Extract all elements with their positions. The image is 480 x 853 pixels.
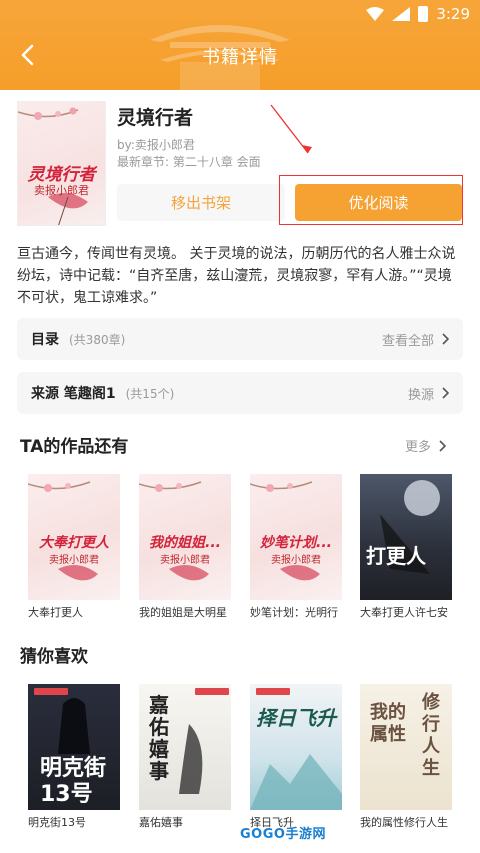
cover-title: 择日飞升 bbox=[256, 706, 336, 730]
book-name: 我的属性修行人生 bbox=[360, 816, 448, 829]
catalog-label: 目录 bbox=[31, 332, 59, 348]
latest-chapter[interactable]: 最新章节: 第二十八章 会面 bbox=[117, 153, 261, 170]
cover-title-2: 修行人生 bbox=[422, 692, 440, 779]
book-cover: 妙笔计划... 卖报小郎君 bbox=[250, 474, 342, 600]
more-button[interactable]: 更多 bbox=[405, 436, 446, 455]
works-section-title: TA的作品还有 bbox=[20, 437, 129, 457]
cover-title: 大奉打更人 bbox=[39, 535, 109, 551]
guess-book-item[interactable]: 嘉佑嬉事 嘉佑嬉事 bbox=[139, 684, 231, 830]
book-name: 我的姐姐是大明星 bbox=[139, 606, 227, 619]
chevron-right-icon bbox=[442, 387, 449, 399]
book-cover: 灵境行者 卖报小郎君 bbox=[17, 101, 106, 226]
status-time: 3:29 bbox=[436, 5, 470, 23]
cover-title: 我的属性 bbox=[370, 702, 406, 745]
cover-title: 我的姐姐... bbox=[149, 535, 221, 551]
view-all-label: 查看全部 bbox=[381, 333, 434, 349]
book-title: 灵境行者 bbox=[117, 107, 194, 129]
book-cover: 打更人 bbox=[360, 474, 452, 600]
guess-book-item[interactable]: 明克街13号 明克街13号 bbox=[28, 684, 120, 830]
book-name: 妙笔计划：光明行 bbox=[250, 606, 338, 619]
cover-title: 嘉佑嬉事 bbox=[149, 693, 169, 783]
watermark-logo: GOGO手游网 bbox=[240, 827, 326, 842]
works-book-item[interactable]: 妙笔计划... 卖报小郎君 妙笔计划：光明行 bbox=[250, 474, 342, 620]
chevron-right-icon bbox=[442, 333, 449, 345]
cover-title: 打更人 bbox=[366, 544, 426, 568]
source-row[interactable]: 来源 笔趣阁1 (共15个) 换源 bbox=[17, 372, 463, 414]
catalog-action[interactable]: 查看全部 bbox=[382, 330, 449, 349]
cover-title: 妙笔计划... bbox=[260, 535, 332, 551]
status-bar: 3:29 bbox=[366, 4, 470, 24]
cover-author: 卖报小郎君 bbox=[34, 184, 89, 197]
remove-from-shelf-button[interactable]: 移出书架 bbox=[117, 184, 285, 221]
change-source-label: 换源 bbox=[407, 387, 434, 403]
guess-section-title: 猜你喜欢 bbox=[20, 647, 88, 667]
book-name: 大奉打更人许七安 bbox=[360, 606, 448, 619]
catalog-count: (共380章) bbox=[69, 332, 126, 347]
book-cover: 明克街13号 bbox=[28, 684, 120, 810]
book-name: 嘉佑嬉事 bbox=[139, 816, 183, 829]
optimized-read-button[interactable]: 优化阅读 bbox=[295, 184, 462, 221]
works-book-item[interactable]: 我的姐姐... 卖报小郎君 我的姐姐是大明星 bbox=[139, 474, 231, 620]
cover-title: 明克街13号 bbox=[40, 756, 107, 807]
cover-author: 卖报小郎君 bbox=[271, 555, 321, 566]
book-cover: 大奉打更人 卖报小郎君 bbox=[28, 474, 120, 600]
guess-book-item[interactable]: 我的属性 修行人生 我的属性修行人生 bbox=[360, 684, 452, 830]
more-label: 更多 bbox=[404, 440, 431, 455]
source-action[interactable]: 换源 bbox=[408, 384, 449, 403]
signal-icon bbox=[392, 7, 411, 21]
catalog-row[interactable]: 目录 (共380章) 查看全部 bbox=[17, 318, 463, 360]
chevron-right-icon bbox=[439, 439, 446, 452]
annotation-arrow bbox=[270, 104, 312, 154]
works-book-item[interactable]: 打更人 大奉打更人许七安 bbox=[360, 474, 452, 620]
book-cover: 嘉佑嬉事 bbox=[139, 684, 231, 810]
book-author: by:卖报小郎君 bbox=[117, 138, 195, 152]
moon-decoration bbox=[380, 480, 440, 574]
cover-author: 卖报小郎君 bbox=[160, 555, 210, 566]
wifi-icon bbox=[366, 7, 385, 21]
book-name: 大奉打更人 bbox=[28, 606, 83, 619]
book-cover: 择日飞升 bbox=[250, 684, 342, 810]
header: 3:29 书籍详情 bbox=[0, 0, 480, 90]
source-count: (共15个) bbox=[125, 386, 175, 401]
book-cover: 我的姐姐... 卖报小郎君 bbox=[139, 474, 231, 600]
book-name: 明克街13号 bbox=[28, 816, 86, 829]
book-description: 亘古通今，传闻世有灵境。 关于灵境的说法，历朝历代的名人雅士众说纷坛，诗中记载：… bbox=[17, 246, 456, 306]
page-title: 书籍详情 bbox=[202, 47, 278, 68]
source-label: 来源 笔趣阁1 bbox=[31, 386, 116, 402]
guess-book-item[interactable]: 择日飞升 择日飞升 bbox=[250, 684, 342, 830]
book-cover: 我的属性 修行人生 bbox=[360, 684, 452, 810]
battery-icon bbox=[418, 6, 429, 22]
works-book-item[interactable]: 大奉打更人 卖报小郎君 大奉打更人 bbox=[28, 474, 120, 620]
cover-author: 卖报小郎君 bbox=[49, 555, 99, 566]
